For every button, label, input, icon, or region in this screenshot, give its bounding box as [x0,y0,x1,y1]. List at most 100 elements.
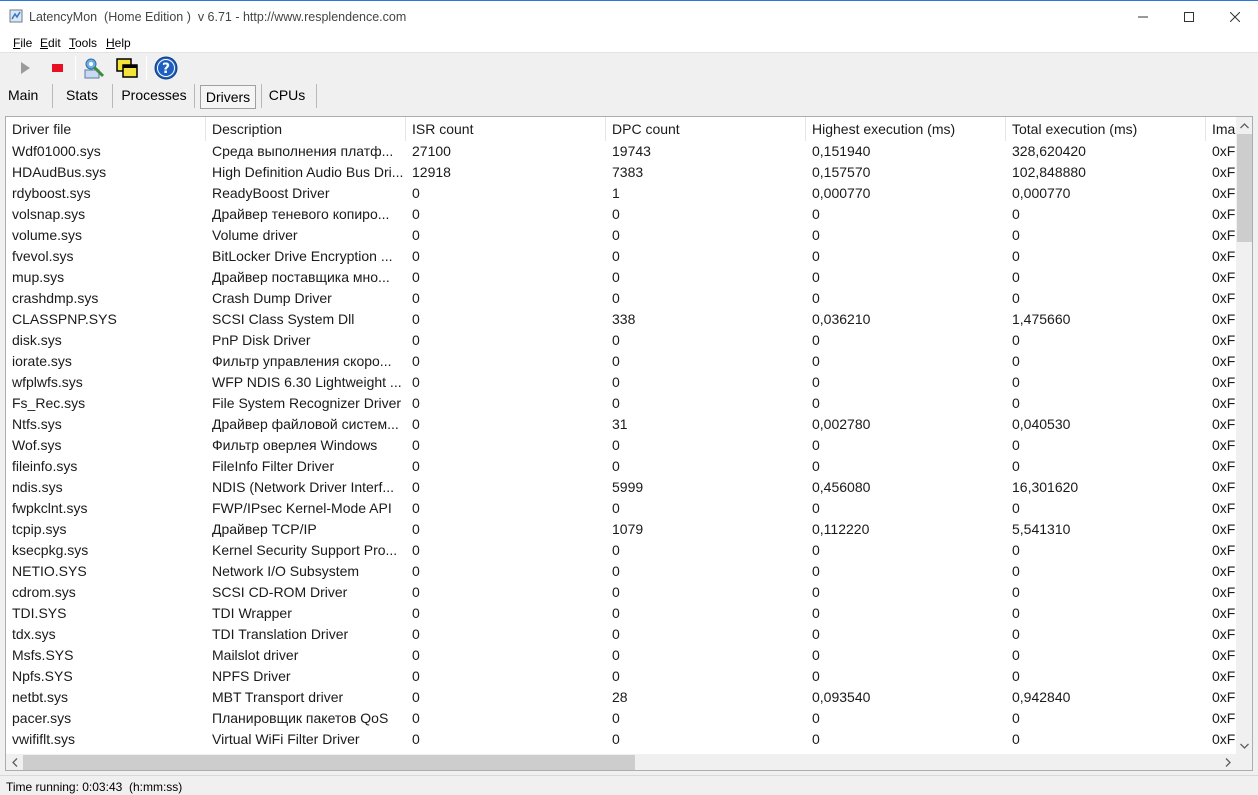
table-row[interactable]: vwififlt.sys Virtual WiFi Filter Driver 0 0… [6,729,1236,750]
table-row[interactable]: volume.sys Volume driver 0 0 0 0 0xF [6,225,1236,246]
chevron-left-icon [11,758,17,767]
help-button[interactable]: ? [153,55,179,81]
cell-highest-execution: 0 [812,437,820,453]
cell-isr-count: 0 [412,563,420,579]
cell-highest-execution: 0 [812,353,820,369]
tab-separator [316,84,317,108]
cell-total-execution: 102,848880 [1012,164,1086,180]
tab-cpus[interactable]: CPUs [268,83,306,109]
cell-dpc-count: 0 [612,248,620,264]
start-button[interactable] [12,55,38,81]
column-header-highest-execution[interactable]: Highest execution (ms) [806,117,1006,141]
table-row[interactable]: tdx.sys TDI Translation Driver 0 0 0 0 0xF [6,624,1236,645]
scroll-up-button[interactable] [1236,117,1252,134]
cell-highest-execution: 0,093540 [812,689,871,705]
table-row[interactable]: rdyboost.sys ReadyBoost Driver 0 1 0,000770 0… [6,183,1236,204]
tab-main[interactable]: Main [8,83,38,109]
menu-file[interactable]: File [13,36,32,50]
cell-dpc-count: 0 [612,731,620,747]
table-row[interactable]: HDAudBus.sys High Definition Audio Bus Dr… [6,162,1236,183]
scroll-left-button[interactable] [6,754,23,770]
menu-edit[interactable]: Edit [40,36,61,50]
cell-driver-file: rdyboost.sys [12,185,91,201]
cell-total-execution: 0 [1012,437,1020,453]
horizontal-scroll-thumb[interactable] [23,755,635,770]
stop-button[interactable] [44,55,70,81]
cell-highest-execution: 0 [812,542,820,558]
cell-description: FWP/IPsec Kernel-Mode API [212,500,392,516]
tab-drivers[interactable]: Drivers [200,85,256,109]
title-bar[interactable]: LatencyMon (Home Edition ) v 6.71 - http… [0,1,1258,33]
cell-isr-count: 0 [412,206,420,222]
close-button[interactable] [1212,1,1258,33]
table-row[interactable]: volsnap.sys Драйвер теневого копиро... 0 0 0… [6,204,1236,225]
cell-highest-execution: 0 [812,395,820,411]
table-row[interactable]: TDI.SYS TDI Wrapper 0 0 0 0 0xF [6,603,1236,624]
table-row[interactable]: Wof.sys Фильтр оверлея Windows 0 0 0 0 0xF [6,435,1236,456]
cell-driver-file: CLASSPNP.SYS [12,311,117,327]
menu-tools[interactable]: Tools [69,36,97,50]
cell-highest-execution: 0 [812,668,820,684]
table-row[interactable]: pacer.sys Планировщик пакетов QoS 0 0 0 0 0xF [6,708,1236,729]
column-header-isr-count[interactable]: ISR count [406,117,606,141]
table-row[interactable]: iorate.sys Фильтр управления скоро... 0 0 0 0… [6,351,1236,372]
cell-isr-count: 0 [412,542,420,558]
table-row[interactable]: netbt.sys MBT Transport driver 0 28 0,093540… [6,687,1236,708]
kernel-wizard-button[interactable] [81,55,107,81]
table-row[interactable]: fwpkclnt.sys FWP/IPsec Kernel-Mode API 0 0 0… [6,498,1236,519]
table-row[interactable]: Msfs.SYS Mailslot driver 0 0 0 0 0xF [6,645,1236,666]
scroll-right-button[interactable] [1219,754,1236,770]
cell-isr-count: 0 [412,395,420,411]
cell-total-execution: 1,475660 [1012,311,1071,327]
cell-isr-count: 0 [412,584,420,600]
table-row[interactable]: mup.sys Драйвер поставщика мно... 0 0 0 0 0xF [6,267,1236,288]
scroll-down-button[interactable] [1236,737,1252,754]
cell-isr-count: 27100 [412,143,451,159]
table-row[interactable]: wfplwfs.sys WFP NDIS 6.30 Lightweight ...… [6,372,1236,393]
table-row[interactable]: Npfs.SYS NPFS Driver 0 0 0 0 0xF [6,666,1236,687]
cell-total-execution: 0 [1012,668,1020,684]
table-row[interactable]: tcpip.sys Драйвер TCP/IP 0 1079 0,112220 5,54… [6,519,1236,540]
cell-description: BitLocker Drive Encryption ... [212,248,393,264]
cell-dpc-count: 0 [612,500,620,516]
latencymon-window: LatencyMon (Home Edition ) v 6.71 - http… [0,0,1258,794]
cell-isr-count: 0 [412,626,420,642]
cell-dpc-count: 1079 [612,521,644,537]
cell-description: Планировщик пакетов QoS [212,710,389,726]
menu-help[interactable]: Help [106,36,131,50]
minimize-button[interactable] [1120,1,1166,33]
maximize-icon [1184,12,1194,22]
cell-dpc-count: 338 [612,311,636,327]
table-row[interactable]: Fs_Rec.sys File System Recognizer Driver 0… [6,393,1236,414]
kernel-wizard-icon [84,58,105,79]
table-row[interactable]: Wdf01000.sys Среда выполнения платф... 271… [6,141,1236,162]
table-row[interactable]: cdrom.sys SCSI CD-ROM Driver 0 0 0 0 0xF [6,582,1236,603]
column-header-description[interactable]: Description [206,117,406,141]
table-row[interactable]: ndis.sys NDIS (Network Driver Interf... 0 5… [6,477,1236,498]
horizontal-scrollbar[interactable] [6,754,1236,770]
drivers-table[interactable]: Driver file Description ISR count DPC count… [5,116,1253,771]
table-row[interactable]: fileinfo.sys FileInfo Filter Driver 0 0 0 0 0x… [6,456,1236,477]
tab-stats[interactable]: Stats [63,83,101,109]
vertical-scroll-thumb[interactable] [1237,134,1252,242]
windows-button[interactable] [114,55,140,81]
column-header-driver-file[interactable]: Driver file [6,117,206,141]
column-header-total-execution[interactable]: Total execution (ms) [1006,117,1206,141]
table-row[interactable]: NETIO.SYS Network I/O Subsystem 0 0 0 0 0xF [6,561,1236,582]
cell-isr-count: 0 [412,290,420,306]
cell-highest-execution: 0 [812,227,820,243]
cell-driver-file: ndis.sys [12,479,63,495]
vertical-scrollbar[interactable] [1236,117,1252,754]
close-icon [1230,12,1240,22]
column-header-dpc-count[interactable]: DPC count [606,117,806,141]
table-row[interactable]: fvevol.sys BitLocker Drive Encryption ...… [6,246,1236,267]
tab-processes[interactable]: Processes [120,83,188,109]
table-row[interactable]: disk.sys PnP Disk Driver 0 0 0 0 0xF [6,330,1236,351]
maximize-button[interactable] [1166,1,1212,33]
table-row[interactable]: crashdmp.sys Crash Dump Driver 0 0 0 0 0xF [6,288,1236,309]
table-row[interactable]: Ntfs.sys Драйвер файловой систем... 0 31 0,0… [6,414,1236,435]
table-row[interactable]: ksecpkg.sys Kernel Security Support Pro..… [6,540,1236,561]
table-row[interactable]: CLASSPNP.SYS SCSI Class System Dll 0 338 0,0… [6,309,1236,330]
cell-isr-count: 0 [412,248,420,264]
cell-isr-count: 0 [412,227,420,243]
